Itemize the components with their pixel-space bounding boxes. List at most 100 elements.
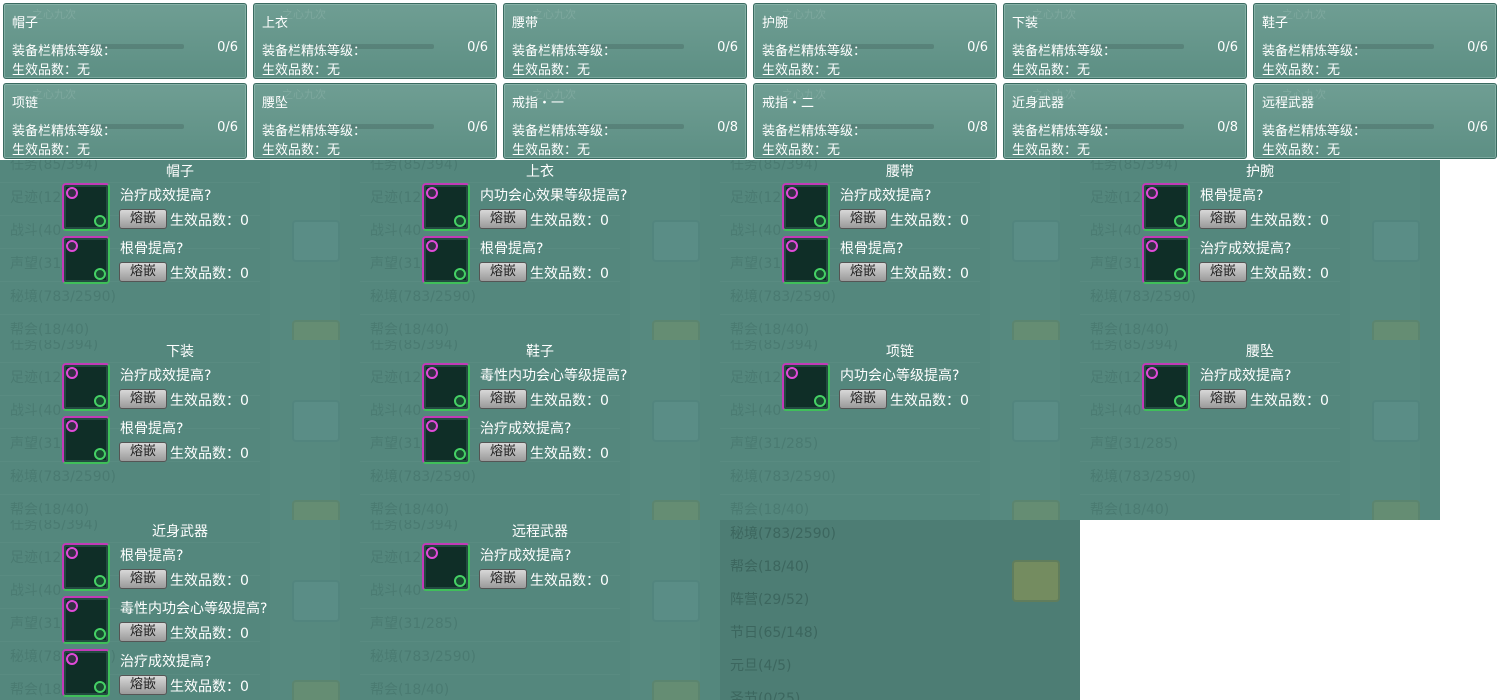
embed-button[interactable]: 熔嵌 [119,209,167,229]
socket-bottom-gem-icon [94,215,106,227]
gem-socket[interactable] [422,363,470,411]
slot-summary-card[interactable]: 之心九次 护腕 装备栏精炼等级： 0/6 生效品数：无 [753,3,997,79]
gem-socket[interactable] [1142,236,1190,284]
gem-attribute: 根骨提高? [120,421,184,437]
gem-attribute: 治疗成效提高? [480,421,572,437]
gem-slot-group: 帽子 治疗成效提高? 熔嵌 生效品数：0 根骨提高? 熔嵌 生效品数：0 [0,160,360,340]
effective-grade-text: 生效品数：无 [1262,63,1341,78]
gem-group-title: 近身武器 [152,524,208,540]
socket-bottom-gem-icon [454,575,466,587]
slot-summary-card[interactable]: 之心九次 帽子 装备栏精炼等级： 0/6 生效品数：无 [3,3,247,79]
gem-row: 治疗成效提高? 熔嵌 生效品数：0 [422,543,712,593]
effective-grade-text: 生效品数：无 [762,63,841,78]
embed-button[interactable]: 熔嵌 [1199,209,1247,229]
gem-attribute: 根骨提高? [840,241,904,257]
gem-slot-group: 护腕 根骨提高? 熔嵌 生效品数：0 治疗成效提高? 熔嵌 生效品数：0 [1080,160,1440,340]
slot-summary-card[interactable]: 之心九次 项链 装备栏精炼等级： 0/6 生效品数：无 [3,83,247,159]
socket-top-gem-icon [66,187,78,199]
embed-button[interactable]: 熔嵌 [479,209,527,229]
effective-grade-count: 生效品数：0 [890,266,969,282]
embed-button[interactable]: 熔嵌 [479,442,527,462]
slot-name: 戒指・二 [762,96,815,111]
gem-socket[interactable] [62,183,110,231]
background-list-item: 帮会(18/40) [730,559,810,575]
embed-button[interactable]: 熔嵌 [119,675,167,695]
embed-button[interactable]: 熔嵌 [119,262,167,282]
gem-socket[interactable] [62,543,110,591]
background-list-item: 阵营(29/52) [730,592,810,608]
ghost-text: 之心九次 [1282,8,1326,21]
slot-name: 戒指・一 [512,96,565,111]
refine-level-value: 0/8 [967,120,988,135]
slot-summary-card[interactable]: 之心九次 远程武器 装备栏精炼等级： 0/6 生效品数：无 [1253,83,1497,159]
gem-socket[interactable] [1142,183,1190,231]
slot-name: 帽子 [12,16,39,31]
refine-level-label: 装备栏精炼等级： [1012,124,1117,139]
effective-grade-count: 生效品数：0 [170,573,249,589]
background-list-item: 节日(65/148) [730,625,819,641]
slot-name: 鞋子 [1262,16,1289,31]
gem-group-title: 上衣 [526,164,554,180]
embed-button[interactable]: 熔嵌 [839,389,887,409]
gem-row: 治疗成效提高? 熔嵌 生效品数：0 [62,649,352,699]
gem-socket[interactable] [62,649,110,697]
socket-top-gem-icon [66,653,78,665]
gem-socket[interactable] [782,183,830,231]
embed-button[interactable]: 熔嵌 [479,569,527,589]
embed-button[interactable]: 熔嵌 [119,569,167,589]
background-list-panel: 秘境(783/2590) 帮会(18/40) 阵营(29/52) 节日(65/148)… [720,520,1080,700]
embed-button[interactable]: 熔嵌 [479,262,527,282]
effective-grade-count: 生效品数：0 [530,266,609,282]
slot-summary-card[interactable]: 之心九次 近身武器 装备栏精炼等级： 0/8 生效品数：无 [1003,83,1247,159]
embed-button[interactable]: 熔嵌 [479,389,527,409]
slot-summary-card[interactable]: 之心九次 鞋子 装备栏精炼等级： 0/6 生效品数：无 [1253,3,1497,79]
refine-level-value: 0/6 [467,120,488,135]
gem-socket[interactable] [782,363,830,411]
embed-button[interactable]: 熔嵌 [119,389,167,409]
effective-grade-count: 生效品数：0 [170,626,249,642]
ghost-text: 之心九次 [282,8,326,21]
gem-socket[interactable] [62,416,110,464]
gem-socket[interactable] [782,236,830,284]
gem-overview-screen: 任务(85/394)足迹(12战斗(40声望(31/285)秘境(783/259… [0,0,1500,700]
socket-top-gem-icon [66,420,78,432]
refine-level-value: 0/6 [217,40,238,55]
embed-button[interactable]: 熔嵌 [119,622,167,642]
socket-bottom-gem-icon [454,395,466,407]
slot-summary-card[interactable]: 之心九次 下装 装备栏精炼等级： 0/6 生效品数：无 [1003,3,1247,79]
embed-button[interactable]: 熔嵌 [839,209,887,229]
slot-summary-card[interactable]: 之心九次 戒指・一 装备栏精炼等级： 0/8 生效品数：无 [503,83,747,159]
embed-button[interactable]: 熔嵌 [119,442,167,462]
gem-socket[interactable] [62,236,110,284]
slot-summary-card[interactable]: 之心九次 腰带 装备栏精炼等级： 0/6 生效品数：无 [503,3,747,79]
gem-socket[interactable] [422,416,470,464]
effective-grade-count: 生效品数：0 [170,679,249,695]
gem-socket[interactable] [1142,363,1190,411]
refine-level-value: 0/6 [1217,40,1238,55]
slot-summary-card[interactable]: 之心九次 戒指・二 装备栏精炼等级： 0/8 生效品数：无 [753,83,997,159]
gem-socket[interactable] [422,543,470,591]
socket-top-gem-icon [66,240,78,252]
refine-level-label: 装备栏精炼等级： [1262,44,1367,59]
background-list-item: 圣节(0/25) [730,691,801,700]
effective-grade-count: 生效品数：0 [530,573,609,589]
gem-socket[interactable] [422,236,470,284]
slot-summary-card[interactable]: 之心九次 腰坠 装备栏精炼等级： 0/6 生效品数：无 [253,83,497,159]
effective-grade-count: 生效品数：0 [890,393,969,409]
gem-socket[interactable] [422,183,470,231]
gem-attribute: 治疗成效提高? [840,188,932,204]
effective-grade-text: 生效品数：无 [12,143,91,158]
gem-group-title: 腰坠 [1246,344,1274,360]
slot-summary-card[interactable]: 之心九次 上衣 装备栏精炼等级： 0/6 生效品数：无 [253,3,497,79]
ghost-text: 之心九次 [532,8,576,21]
gem-socket[interactable] [62,596,110,644]
embed-button[interactable]: 熔嵌 [1199,262,1247,282]
ghost-text: 之心九次 [1032,8,1076,21]
embed-button[interactable]: 熔嵌 [839,262,887,282]
refine-level-label: 装备栏精炼等级： [12,44,117,59]
socket-bottom-gem-icon [94,575,106,587]
socket-bottom-gem-icon [814,215,826,227]
gem-socket[interactable] [62,363,110,411]
embed-button[interactable]: 熔嵌 [1199,389,1247,409]
slot-name: 近身武器 [1012,96,1065,111]
